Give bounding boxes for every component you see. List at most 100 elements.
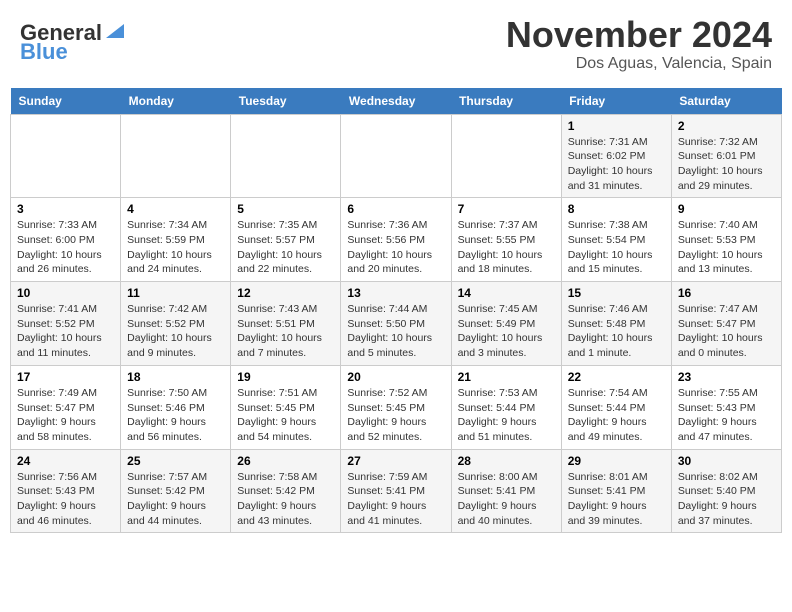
calendar-cell bbox=[121, 114, 231, 198]
calendar-cell: 2Sunrise: 7:32 AM Sunset: 6:01 PM Daylig… bbox=[671, 114, 781, 198]
calendar-cell: 7 Sunrise: 7:37 AM Sunset: 5:55 PM Daylig… bbox=[451, 198, 561, 282]
calendar-cell: 3 Sunrise: 7:33 AM Sunset: 6:00 PM Daylig… bbox=[11, 198, 121, 282]
day-number: 1 bbox=[568, 119, 665, 133]
calendar-week-4: 17 Sunrise: 7:49 AM Sunset: 5:47 PM Dayli… bbox=[11, 365, 782, 449]
weekday-header-friday: Friday bbox=[561, 88, 671, 115]
day-info: Sunrise: 7:53 AM Sunset: 5:44 PM Dayligh… bbox=[458, 386, 555, 445]
day-info: Sunrise: 7:46 AM Sunset: 5:48 PM Dayligh… bbox=[568, 302, 665, 361]
day-number: 11 bbox=[127, 286, 224, 300]
day-info: Sunrise: 7:38 AM Sunset: 5:54 PM Dayligh… bbox=[568, 218, 665, 277]
day-info: Sunrise: 7:50 AM Sunset: 5:46 PM Dayligh… bbox=[127, 386, 224, 445]
day-info: Sunrise: 7:59 AM Sunset: 5:41 PM Dayligh… bbox=[347, 470, 444, 529]
calendar-cell: 26 Sunrise: 7:58 AM Sunset: 5:42 PM Dayli… bbox=[231, 449, 341, 533]
logo-blue: Blue bbox=[20, 42, 68, 62]
day-info: Sunrise: 8:00 AM Sunset: 5:41 PM Dayligh… bbox=[458, 470, 555, 529]
day-number: 3 bbox=[17, 202, 114, 216]
day-number: 4 bbox=[127, 202, 224, 216]
weekday-header-monday: Monday bbox=[121, 88, 231, 115]
logo-arrow-icon bbox=[106, 20, 124, 43]
day-number: 21 bbox=[458, 370, 555, 384]
day-number: 9 bbox=[678, 202, 775, 216]
day-info: Sunrise: 7:37 AM Sunset: 5:55 PM Dayligh… bbox=[458, 218, 555, 277]
day-info: Sunrise: 7:57 AM Sunset: 5:42 PM Dayligh… bbox=[127, 470, 224, 529]
calendar-week-3: 10 Sunrise: 7:41 AM Sunset: 5:52 PM Dayli… bbox=[11, 282, 782, 366]
day-number: 8 bbox=[568, 202, 665, 216]
day-number: 16 bbox=[678, 286, 775, 300]
calendar-cell: 17 Sunrise: 7:49 AM Sunset: 5:47 PM Dayli… bbox=[11, 365, 121, 449]
day-number: 6 bbox=[347, 202, 444, 216]
page-header: General Blue November 2024 Dos Aguas, Va… bbox=[10, 10, 782, 78]
day-number: 5 bbox=[237, 202, 334, 216]
day-number: 25 bbox=[127, 454, 224, 468]
logo: General Blue bbox=[20, 20, 124, 62]
day-number: 28 bbox=[458, 454, 555, 468]
calendar-week-5: 24Sunrise: 7:56 AM Sunset: 5:43 PM Dayli… bbox=[11, 449, 782, 533]
calendar-cell: 4 Sunrise: 7:34 AM Sunset: 5:59 PM Daylig… bbox=[121, 198, 231, 282]
day-info: Sunrise: 7:44 AM Sunset: 5:50 PM Dayligh… bbox=[347, 302, 444, 361]
calendar-cell bbox=[11, 114, 121, 198]
day-number: 26 bbox=[237, 454, 334, 468]
calendar-cell: 13 Sunrise: 7:44 AM Sunset: 5:50 PM Dayli… bbox=[341, 282, 451, 366]
day-number: 30 bbox=[678, 454, 775, 468]
calendar-cell: 9 Sunrise: 7:40 AM Sunset: 5:53 PM Daylig… bbox=[671, 198, 781, 282]
day-info: Sunrise: 7:45 AM Sunset: 5:49 PM Dayligh… bbox=[458, 302, 555, 361]
day-info: Sunrise: 7:56 AM Sunset: 5:43 PM Dayligh… bbox=[17, 470, 114, 529]
calendar-cell: 22 Sunrise: 7:54 AM Sunset: 5:44 PM Dayli… bbox=[561, 365, 671, 449]
weekday-header-saturday: Saturday bbox=[671, 88, 781, 115]
calendar-cell: 1Sunrise: 7:31 AM Sunset: 6:02 PM Daylig… bbox=[561, 114, 671, 198]
calendar-cell: 10 Sunrise: 7:41 AM Sunset: 5:52 PM Dayli… bbox=[11, 282, 121, 366]
weekday-header-tuesday: Tuesday bbox=[231, 88, 341, 115]
calendar-cell: 23Sunrise: 7:55 AM Sunset: 5:43 PM Dayli… bbox=[671, 365, 781, 449]
day-number: 12 bbox=[237, 286, 334, 300]
calendar-cell: 16 Sunrise: 7:47 AM Sunset: 5:47 PM Dayli… bbox=[671, 282, 781, 366]
day-number: 10 bbox=[17, 286, 114, 300]
calendar-cell: 8 Sunrise: 7:38 AM Sunset: 5:54 PM Daylig… bbox=[561, 198, 671, 282]
day-info: Sunrise: 7:34 AM Sunset: 5:59 PM Dayligh… bbox=[127, 218, 224, 277]
day-info: Sunrise: 7:52 AM Sunset: 5:45 PM Dayligh… bbox=[347, 386, 444, 445]
calendar-cell: 24Sunrise: 7:56 AM Sunset: 5:43 PM Dayli… bbox=[11, 449, 121, 533]
calendar-header-row: SundayMondayTuesdayWednesdayThursdayFrid… bbox=[11, 88, 782, 115]
day-number: 27 bbox=[347, 454, 444, 468]
day-info: Sunrise: 7:58 AM Sunset: 5:42 PM Dayligh… bbox=[237, 470, 334, 529]
calendar-cell: 27 Sunrise: 7:59 AM Sunset: 5:41 PM Dayli… bbox=[341, 449, 451, 533]
calendar-cell bbox=[231, 114, 341, 198]
calendar-cell: 30 Sunrise: 8:02 AM Sunset: 5:40 PM Dayli… bbox=[671, 449, 781, 533]
location-text: Dos Aguas, Valencia, Spain bbox=[506, 55, 772, 73]
calendar-cell: 11Sunrise: 7:42 AM Sunset: 5:52 PM Dayli… bbox=[121, 282, 231, 366]
calendar-cell: 20 Sunrise: 7:52 AM Sunset: 5:45 PM Dayli… bbox=[341, 365, 451, 449]
day-info: Sunrise: 7:40 AM Sunset: 5:53 PM Dayligh… bbox=[678, 218, 775, 277]
day-number: 7 bbox=[458, 202, 555, 216]
calendar-week-2: 3 Sunrise: 7:33 AM Sunset: 6:00 PM Daylig… bbox=[11, 198, 782, 282]
calendar-cell: 14Sunrise: 7:45 AM Sunset: 5:49 PM Dayli… bbox=[451, 282, 561, 366]
day-info: Sunrise: 8:02 AM Sunset: 5:40 PM Dayligh… bbox=[678, 470, 775, 529]
day-number: 19 bbox=[237, 370, 334, 384]
day-info: Sunrise: 7:43 AM Sunset: 5:51 PM Dayligh… bbox=[237, 302, 334, 361]
day-number: 23 bbox=[678, 370, 775, 384]
calendar-cell bbox=[451, 114, 561, 198]
day-number: 22 bbox=[568, 370, 665, 384]
weekday-header-wednesday: Wednesday bbox=[341, 88, 451, 115]
day-number: 18 bbox=[127, 370, 224, 384]
calendar-cell: 18 Sunrise: 7:50 AM Sunset: 5:46 PM Dayli… bbox=[121, 365, 231, 449]
calendar-cell: 15Sunrise: 7:46 AM Sunset: 5:48 PM Dayli… bbox=[561, 282, 671, 366]
day-info: Sunrise: 7:51 AM Sunset: 5:45 PM Dayligh… bbox=[237, 386, 334, 445]
day-number: 17 bbox=[17, 370, 114, 384]
day-number: 29 bbox=[568, 454, 665, 468]
day-info: Sunrise: 7:36 AM Sunset: 5:56 PM Dayligh… bbox=[347, 218, 444, 277]
day-info: Sunrise: 8:01 AM Sunset: 5:41 PM Dayligh… bbox=[568, 470, 665, 529]
day-info: Sunrise: 7:54 AM Sunset: 5:44 PM Dayligh… bbox=[568, 386, 665, 445]
calendar-cell: 6 Sunrise: 7:36 AM Sunset: 5:56 PM Daylig… bbox=[341, 198, 451, 282]
calendar-cell: 19 Sunrise: 7:51 AM Sunset: 5:45 PM Dayli… bbox=[231, 365, 341, 449]
day-info: Sunrise: 7:33 AM Sunset: 6:00 PM Dayligh… bbox=[17, 218, 114, 277]
day-number: 13 bbox=[347, 286, 444, 300]
day-info: Sunrise: 7:49 AM Sunset: 5:47 PM Dayligh… bbox=[17, 386, 114, 445]
weekday-header-sunday: Sunday bbox=[11, 88, 121, 115]
day-info: Sunrise: 7:41 AM Sunset: 5:52 PM Dayligh… bbox=[17, 302, 114, 361]
calendar-table: SundayMondayTuesdayWednesdayThursdayFrid… bbox=[10, 88, 782, 534]
day-number: 20 bbox=[347, 370, 444, 384]
day-info: Sunrise: 7:35 AM Sunset: 5:57 PM Dayligh… bbox=[237, 218, 334, 277]
calendar-cell: 5 Sunrise: 7:35 AM Sunset: 5:57 PM Daylig… bbox=[231, 198, 341, 282]
calendar-cell bbox=[341, 114, 451, 198]
calendar-cell: 12 Sunrise: 7:43 AM Sunset: 5:51 PM Dayli… bbox=[231, 282, 341, 366]
day-info: Sunrise: 7:47 AM Sunset: 5:47 PM Dayligh… bbox=[678, 302, 775, 361]
